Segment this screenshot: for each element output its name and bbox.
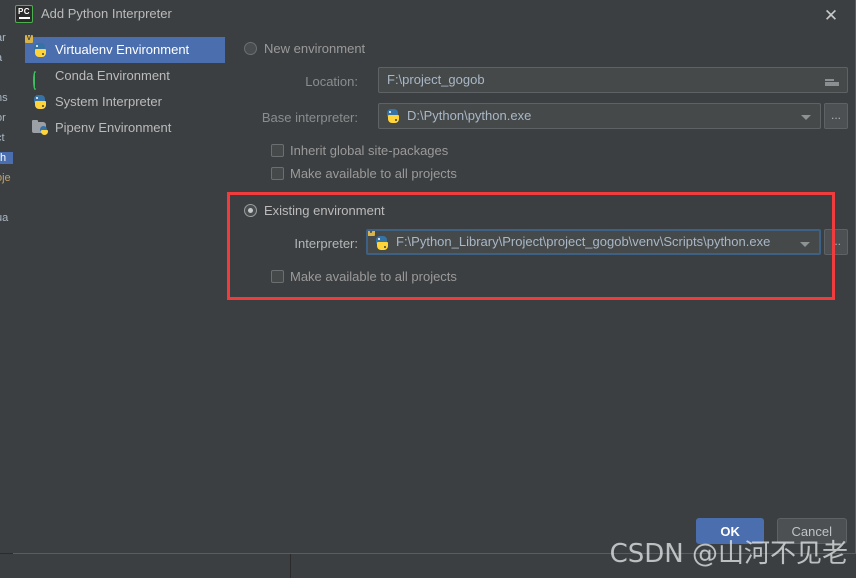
make-available-all-projects-checkbox-new[interactable]: Make available to all projects [238,162,848,185]
base-interpreter-browse-button[interactable]: ... [824,103,848,129]
sidebar-item-conda-environment[interactable]: Conda Environment [25,63,225,90]
checkbox-indicator [271,270,284,283]
background-tree-fragment: ar [0,32,6,44]
checkbox-indicator [271,167,284,180]
inherit-global-site-packages-checkbox[interactable]: Inherit global site-packages [238,139,848,162]
python-icon [385,108,401,124]
background-tree-fragment: a [0,52,2,64]
pycharm-icon-bar [18,17,30,19]
sidebar-item-pipenv-environment[interactable]: Pipenv Environment [25,115,225,141]
ok-button[interactable]: OK [696,518,765,544]
pycharm-icon-text: PC [17,7,31,16]
radio-indicator [244,204,257,217]
sidebar-item-label: Pipenv Environment [55,120,172,135]
new-environment-section: New environment Location: F:\project_gog… [238,37,848,185]
sidebar-item-virtualenv-environment[interactable]: V Virtualenv Environment [25,35,225,63]
location-value: F:\project_gogob [387,72,485,87]
interpreter-combobox[interactable]: V F:\Python_Library\Project\project_gogo… [366,229,821,255]
make-available-all-projects-checkbox-existing[interactable]: Make available to all projects [238,265,848,288]
base-interpreter-combobox[interactable]: D:\Python\python.exe [378,103,821,129]
sidebar-item-label: Conda Environment [55,68,170,83]
base-interpreter-label: Base interpreter: [261,110,358,125]
background-tree-fragment: ns [0,92,8,104]
dialog-title: Add Python Interpreter [41,6,172,21]
close-icon[interactable]: ✕ [819,4,843,28]
cancel-button[interactable]: Cancel [776,518,847,544]
background-tree-fragment: oje [0,172,11,184]
background-project-tree: ararnsorcthojelua [0,0,14,554]
background-status-bar-left [0,554,291,578]
base-interpreter-value: D:\Python\python.exe [407,108,532,123]
new-environment-radio[interactable]: New environment [238,37,848,61]
location-input[interactable]: F:\project_gogob [378,67,848,93]
interpreter-label: Interpreter: [294,236,358,251]
existing-environment-radio-label: Existing environment [264,203,385,218]
virtualenv-python-icon: V [368,231,390,251]
new-environment-radio-label: New environment [264,41,366,56]
environment-type-list: V Virtualenv Environment Conda Environme… [25,35,225,141]
background-tree-fragment: or [0,112,6,124]
location-row: Location: F:\project_gogob [238,67,848,97]
existing-environment-section: Existing environment Interpreter: V F:\P… [238,199,848,288]
existing-environment-radio[interactable]: Existing environment [238,199,848,223]
background-tree-fragment: ua [0,212,9,224]
folder-icon[interactable] [825,73,841,87]
checkbox-label: Make available to all projects [290,269,457,284]
checkbox-indicator [271,144,284,157]
background-tree-fragment: ct [0,132,5,144]
sidebar-item-system-interpreter[interactable]: System Interpreter [25,89,225,115]
checkbox-label: Make available to all projects [290,166,457,181]
background-tree-fragment: h [0,152,13,164]
python-icon [32,94,48,110]
virtualenv-python-icon: V [25,35,48,58]
add-python-interpreter-dialog: PC Add Python Interpreter ✕ V Virtualenv… [13,0,856,554]
checkbox-label: Inherit global site-packages [290,143,449,158]
chevron-down-icon[interactable] [801,115,811,120]
dialog-titlebar: PC Add Python Interpreter ✕ [13,0,855,31]
interpreter-row: Interpreter: V F:\Python_Library\Project… [238,229,848,259]
pipenv-folder-icon [32,120,48,136]
base-interpreter-row: Base interpreter: D:\Python\python.exe .… [238,103,848,133]
sidebar-item-label: System Interpreter [55,94,162,109]
radio-indicator [244,42,257,55]
chevron-down-icon[interactable] [800,242,810,247]
pycharm-icon: PC [15,5,33,23]
sidebar-item-label: Virtualenv Environment [55,42,190,57]
dialog-button-bar: OK Cancel [688,518,847,546]
conda-ring-icon [32,68,48,90]
interpreter-browse-button[interactable]: ... [824,229,848,255]
location-label: Location: [305,74,358,89]
interpreter-value: F:\Python_Library\Project\project_gogob\… [396,234,771,249]
